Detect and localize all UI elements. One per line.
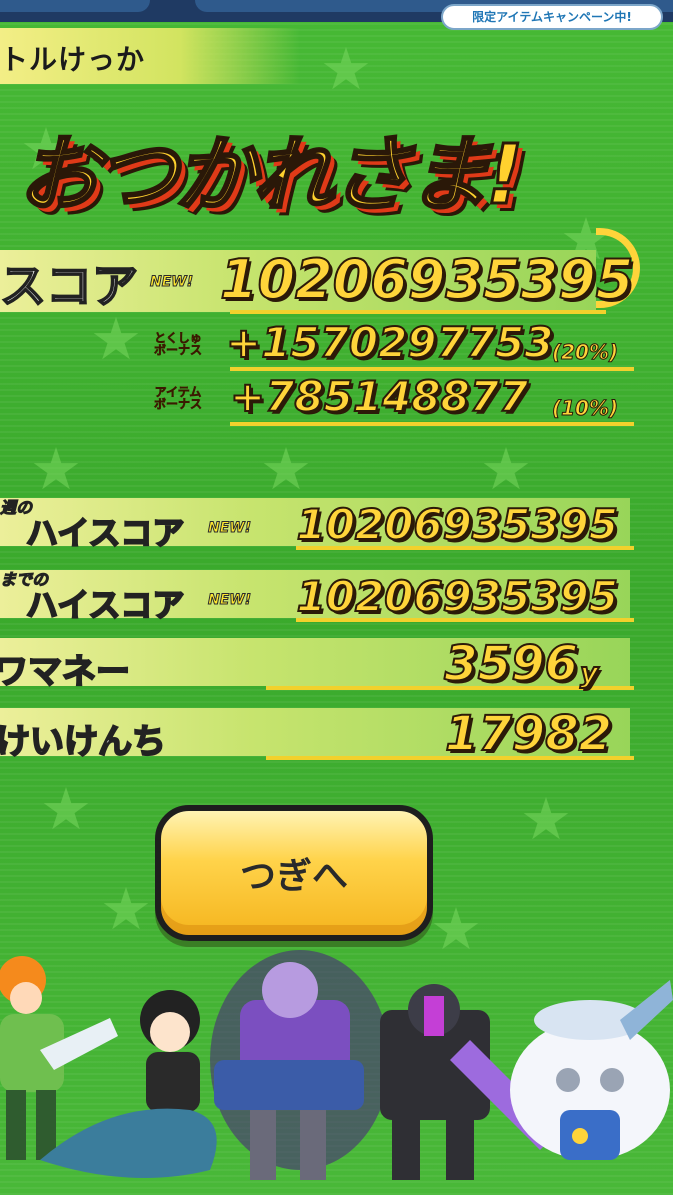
special-bonus-underline: [230, 367, 634, 371]
background-star-icon: ★: [40, 775, 92, 843]
item-bonus-percent: (10%): [551, 396, 619, 421]
special-bonus-percent: (20%): [551, 340, 619, 365]
weekly-highscore-value: 10206935395: [296, 499, 619, 550]
alltime-highscore-new-badge: NEW!: [207, 592, 252, 609]
white-ghost-character: [510, 980, 673, 1160]
money-unit: y: [579, 655, 599, 690]
background-star-icon: ★: [260, 435, 312, 503]
otsukaresama-banner: おつかれさま!: [16, 127, 524, 225]
weekly-highscore-label: ハイスコア: [25, 513, 185, 553]
money-value: 3596: [443, 635, 579, 693]
top-tab-left: [0, 0, 150, 12]
experience-value: 17982: [444, 705, 613, 763]
next-button-label: つぎへ: [239, 856, 348, 897]
background-star-icon: ★: [320, 35, 372, 103]
experience-label: けいけんち: [0, 721, 167, 763]
background-star-icon: ★: [100, 875, 152, 943]
next-button[interactable]: つぎへ: [155, 805, 433, 941]
character-lineup: [0, 950, 673, 1180]
item-bonus-underline: [230, 422, 634, 426]
background-star-icon: ★: [30, 435, 82, 503]
page-title: トルけっか: [0, 43, 146, 76]
weekly-highscore-new-badge: NEW!: [207, 520, 252, 537]
alltime-highscore-label: ハイスコア: [25, 585, 185, 625]
background-star-icon: ★: [520, 785, 572, 853]
item-bonus-label: アイテム ボーナス: [153, 385, 203, 411]
alltime-highscore-value: 10206935395: [296, 571, 619, 622]
purple-samurai-character: [210, 950, 390, 1180]
score-value: 10206935395: [219, 247, 634, 312]
special-bonus-value: +1570297753: [225, 317, 554, 368]
score-label: スコア: [0, 258, 139, 314]
results-screen: ★ ★ ★ ★ ★ ★ ★ ★ ★ ★ ★ 限定アイテムキャンペーン中! トルけ…: [0, 0, 673, 1195]
background-star-icon: ★: [90, 305, 142, 373]
background-star-icon: ★: [480, 435, 532, 503]
score-new-badge: NEW!: [149, 274, 194, 291]
campaign-badge[interactable]: 限定アイテムキャンペーン中!: [441, 4, 663, 30]
mermaid-girl-character: [40, 990, 217, 1178]
item-bonus-value: +785148877: [229, 371, 529, 422]
special-bonus-label: とくしゅ ボーナス: [153, 331, 203, 357]
money-label: ワマネー: [0, 651, 131, 693]
